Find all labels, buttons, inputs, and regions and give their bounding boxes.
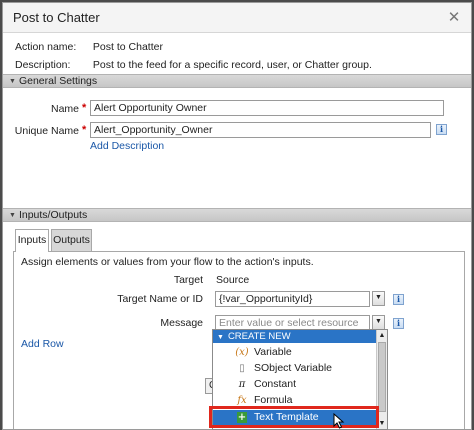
unique-name-label: Unique Name <box>14 125 79 137</box>
target-column-header: Target <box>173 274 203 286</box>
chevron-down-icon[interactable]: ▼ <box>372 291 385 306</box>
chevron-down-icon[interactable]: ▼ <box>372 315 385 330</box>
close-icon[interactable]: ✕ <box>445 9 463 27</box>
required-mark: * <box>82 102 87 114</box>
action-name-row: Action name: Post to Chatter <box>15 41 163 53</box>
io-instructions: Assign elements or values from your flow… <box>21 256 314 268</box>
collapse-triangle-icon: ▼ <box>9 78 16 85</box>
unique-name-input[interactable]: Alert_Opportunity_Owner <box>90 122 431 138</box>
add-description-link[interactable]: Add Description <box>90 140 164 152</box>
collapse-triangle-icon: ▼ <box>9 212 16 219</box>
inputs-outputs-title: Inputs/Outputs <box>18 209 88 221</box>
description-row: Description: Post to the feed for a spec… <box>15 59 372 71</box>
constant-icon: π <box>238 379 246 390</box>
description-label: Description: <box>15 59 71 71</box>
info-icon[interactable]: i <box>393 294 404 305</box>
name-input[interactable]: Alert Opportunity Owner <box>90 100 444 116</box>
tab-inputs[interactable]: Inputs <box>15 229 49 252</box>
create-new-header: ▼ CREATE NEW <box>213 330 377 343</box>
scroll-up-icon[interactable]: ▲ <box>377 330 387 341</box>
action-name-label: Action name: <box>15 41 77 53</box>
dropdown-item-label: SObject Variable <box>254 362 333 374</box>
action-name-value: Post to Chatter <box>92 41 163 53</box>
target-name-label: Target Name or ID <box>117 293 203 305</box>
dialog-title: Post to Chatter <box>13 10 100 25</box>
highlight-annotation <box>209 406 379 428</box>
dropdown-item-label: Variable <box>254 346 292 358</box>
dropdown-item-sobject-variable[interactable]: ▯ SObject Variable <box>213 361 377 376</box>
source-column-header: Source <box>216 274 250 286</box>
general-settings-title: General Settings <box>18 75 98 87</box>
dialog-titlebar: Post to Chatter ✕ <box>3 3 471 33</box>
scrollbar-thumb[interactable] <box>378 342 386 412</box>
add-row-link[interactable]: Add Row <box>21 338 64 350</box>
dropdown-item-variable[interactable]: (x) Variable <box>213 345 377 360</box>
tab-outputs[interactable]: Outputs <box>51 229 92 251</box>
sobject-variable-icon: ▯ <box>239 363 245 374</box>
name-label: Name <box>50 103 79 115</box>
general-settings-header[interactable]: ▼ General Settings <box>3 74 471 88</box>
create-new-label: CREATE NEW <box>227 331 291 342</box>
variable-icon: (x) <box>235 347 249 358</box>
dropdown-item-label: Constant <box>254 378 297 390</box>
target-name-source-input[interactable]: {!var_OpportunityId} <box>215 291 370 307</box>
required-mark: * <box>82 124 87 136</box>
description-value: Post to the feed for a specific record, … <box>92 59 372 71</box>
message-label: Message <box>160 317 203 329</box>
expand-triangle-icon: ▼ <box>217 334 224 341</box>
info-icon[interactable]: i <box>393 318 404 329</box>
info-icon[interactable]: i <box>436 124 447 135</box>
dropdown-item-constant[interactable]: π Constant <box>213 377 377 392</box>
inputs-outputs-header[interactable]: ▼ Inputs/Outputs <box>3 208 471 222</box>
mouse-cursor-icon <box>333 413 345 429</box>
